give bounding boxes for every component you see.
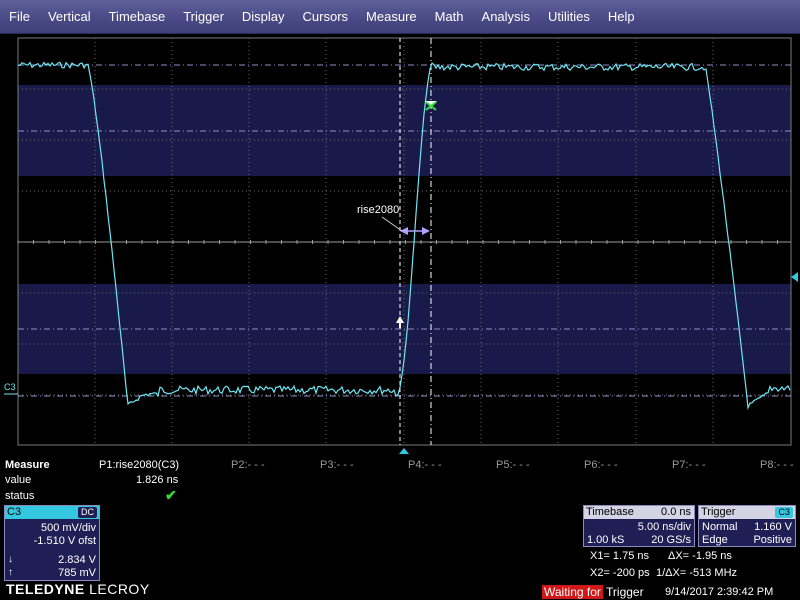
measure-p2-label[interactable]: P2:- - - bbox=[231, 459, 265, 471]
measure-row-value: value bbox=[5, 474, 32, 486]
menu-utilities[interactable]: Utilities bbox=[539, 0, 599, 34]
cursor-invdx-readout: 1/ΔX= -513 MHz bbox=[656, 567, 738, 579]
timebase-tdiv: 5.00 ns/div bbox=[637, 521, 691, 533]
trigger-source-badge: C3 bbox=[775, 507, 793, 518]
channel-c3-descriptor[interactable]: C3 DC 500 mV/div -1.510 V ofst ↓ 2.834 V… bbox=[4, 505, 100, 581]
acquisition-status: Waiting for Trigger bbox=[538, 584, 648, 600]
waveform-display[interactable]: rise2080 C3 bbox=[0, 34, 800, 454]
timebase-descriptor[interactable]: Timebase 0.0 ns 5.00 ns/div 1.00 kS 20 G… bbox=[583, 505, 695, 547]
check-icon: ✔ bbox=[165, 487, 177, 503]
cursor-x1-readout: X1= 1.75 ns bbox=[590, 550, 650, 562]
trigger-mode: Normal bbox=[702, 521, 738, 533]
channel-vdiv: 500 mV/div bbox=[40, 522, 96, 534]
annotation-leader bbox=[381, 216, 403, 232]
menu-file[interactable]: File bbox=[0, 0, 39, 34]
coupling-badge: DC bbox=[78, 507, 97, 518]
trigger-position-marker[interactable] bbox=[399, 448, 409, 454]
menu-measure[interactable]: Measure bbox=[357, 0, 426, 34]
waveform-grid[interactable]: rise2080 C3 bbox=[0, 34, 800, 454]
brand-logo: TELEDYNE LECROY bbox=[6, 581, 150, 597]
menu-help[interactable]: Help bbox=[599, 0, 644, 34]
menu-trigger[interactable]: Trigger bbox=[174, 0, 233, 34]
measure-p6-label[interactable]: P6:- - - bbox=[584, 459, 618, 471]
menu-vertical[interactable]: Vertical bbox=[39, 0, 100, 34]
measure-panel: Measure value status P1:rise2080(C3) 1.8… bbox=[0, 455, 800, 505]
trigger-slope: Positive bbox=[753, 534, 792, 546]
channel-marker-c3: C3 bbox=[4, 382, 16, 392]
measure-title: Measure bbox=[5, 459, 50, 471]
timebase-rate: 20 GS/s bbox=[651, 534, 691, 546]
menu-bar: File Vertical Timebase Trigger Display C… bbox=[0, 0, 800, 34]
trigger-title: Trigger bbox=[701, 506, 736, 518]
menu-math[interactable]: Math bbox=[426, 0, 473, 34]
timebase-delay: 0.0 ns bbox=[661, 506, 691, 518]
measure-p8-label[interactable]: P8:- - - bbox=[760, 459, 794, 471]
cursor2-arrow-icon: ↑ bbox=[8, 567, 13, 578]
trigger-type: Edge bbox=[702, 534, 728, 546]
annotation-rise2080: rise2080 bbox=[357, 204, 399, 216]
measure-p7-label[interactable]: P7:- - - bbox=[672, 459, 706, 471]
channel-c3-header: C3 DC bbox=[5, 506, 99, 519]
trigger-descriptor[interactable]: Trigger C3 Normal 1.160 V Edge Positive bbox=[698, 505, 796, 547]
measure-p5-label[interactable]: P5:- - - bbox=[496, 459, 530, 471]
status-waiting-prefix: Waiting for bbox=[542, 585, 603, 599]
status-waiting-word: Trigger bbox=[606, 585, 644, 599]
measure-p4-label[interactable]: P4:- - - bbox=[408, 459, 442, 471]
channel-cursor2-value: 785 mV bbox=[58, 567, 96, 579]
timebase-title: Timebase bbox=[586, 506, 634, 518]
cursor-x2-readout: X2= -200 ps bbox=[590, 567, 650, 579]
measure-p1-value: 1.826 ns bbox=[136, 474, 179, 486]
brand-sub: LECROY bbox=[89, 581, 150, 597]
status-datetime: 9/14/2017 2:39:42 PM bbox=[665, 586, 774, 598]
menu-timebase[interactable]: Timebase bbox=[100, 0, 175, 34]
cursor-dx-readout: ΔX= -1.95 ns bbox=[668, 550, 732, 562]
trigger-header: Trigger C3 bbox=[699, 506, 795, 519]
channel-cursor1-value: 2.834 V bbox=[58, 554, 96, 566]
cursor1-arrow-icon: ↓ bbox=[8, 554, 13, 565]
timebase-samples: 1.00 kS bbox=[587, 534, 625, 546]
trigger-level: 1.160 V bbox=[754, 521, 792, 533]
menu-analysis[interactable]: Analysis bbox=[473, 0, 539, 34]
measure-row-status: status bbox=[5, 490, 35, 502]
menu-display[interactable]: Display bbox=[233, 0, 294, 34]
measure-p3-label[interactable]: P3:- - - bbox=[320, 459, 354, 471]
channel-offset: -1.510 V ofst bbox=[33, 535, 96, 547]
channel-name: C3 bbox=[7, 506, 22, 518]
measure-p1-label[interactable]: P1:rise2080(C3) bbox=[99, 459, 179, 471]
trigger-level-marker[interactable] bbox=[791, 272, 798, 282]
menu-cursors[interactable]: Cursors bbox=[294, 0, 358, 34]
brand-name: TELEDYNE bbox=[6, 581, 85, 597]
